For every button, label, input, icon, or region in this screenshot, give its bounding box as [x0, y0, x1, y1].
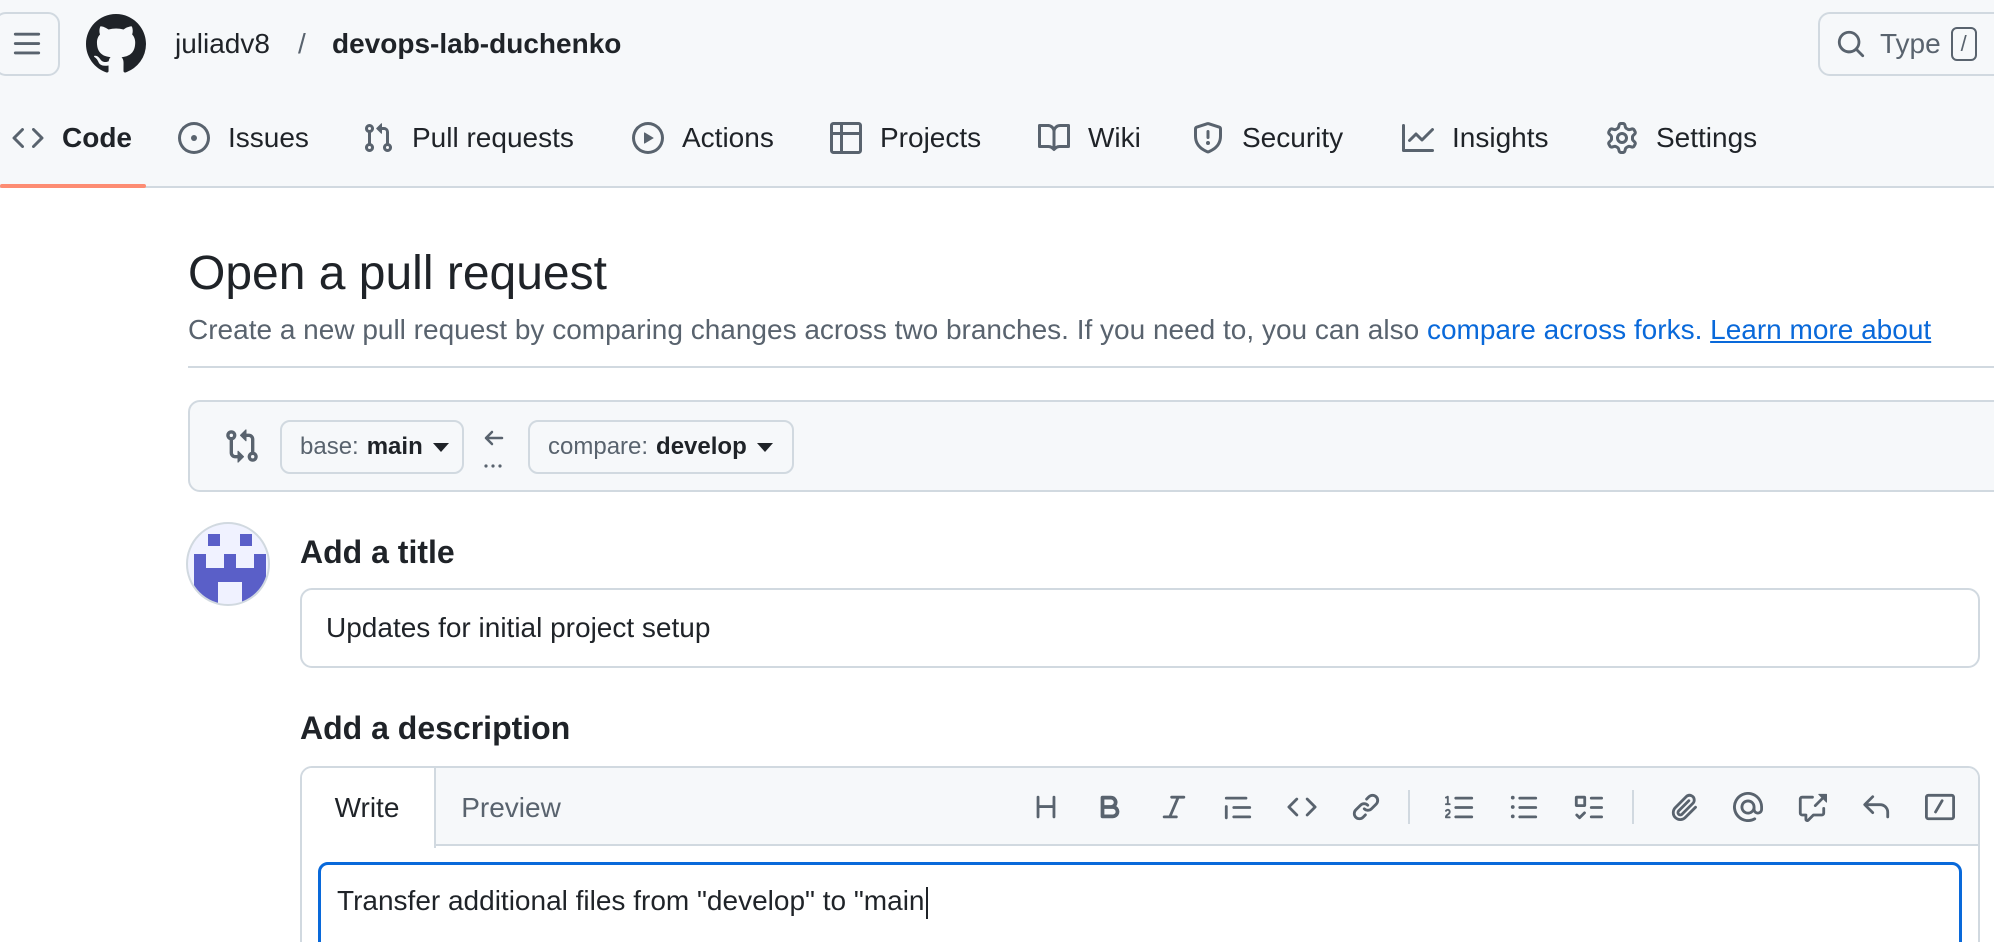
- task-list-button[interactable]: [1568, 787, 1608, 827]
- tab-label: Issues: [228, 122, 309, 153]
- code-icon: [12, 127, 44, 149]
- quote-button[interactable]: [1218, 787, 1258, 827]
- title-label: Add a title: [300, 534, 455, 570]
- heading-button[interactable]: [1026, 787, 1066, 827]
- gear-icon: [1607, 122, 1637, 154]
- tab-issues[interactable]: Issues: [178, 114, 309, 162]
- tab-write[interactable]: Write: [302, 768, 436, 848]
- italic-button[interactable]: [1154, 787, 1194, 827]
- tab-settings[interactable]: Settings: [1606, 114, 1757, 162]
- triangle-down-icon: [432, 442, 449, 452]
- tab-label: Security: [1242, 122, 1344, 153]
- global-header: juliadv8 / devops-lab-duchenko Type /: [0, 0, 1994, 88]
- tab-code[interactable]: Code: [12, 114, 132, 162]
- bold-icon: [1100, 795, 1120, 819]
- learn-more-link[interactable]: Learn more about: [1710, 314, 1931, 345]
- description-editor: Write Preview Transfer additional files …: [300, 766, 1980, 942]
- slash-command-icon: [1925, 793, 1955, 821]
- tab-label: Pull requests: [412, 122, 574, 153]
- cross-reference-button[interactable]: [1792, 787, 1832, 827]
- tab-label: Wiki: [1088, 122, 1141, 153]
- tab-actions[interactable]: Actions: [632, 114, 774, 162]
- github-logo-icon[interactable]: [86, 14, 146, 74]
- tab-label: Actions: [682, 122, 774, 153]
- tab-security[interactable]: Security: [1192, 114, 1343, 162]
- subtitle-text: Create a new pull request by comparing c…: [188, 314, 1427, 345]
- ordered-list-button[interactable]: [1440, 787, 1480, 827]
- compare-across-forks-link[interactable]: compare across forks.: [1427, 314, 1702, 345]
- branch-compare-bar: base: main compare: develop: [188, 400, 1994, 492]
- task-list-icon: [1574, 795, 1603, 820]
- tab-label: Code: [62, 122, 132, 153]
- title-input[interactable]: [300, 588, 1980, 668]
- repo-navigation: Code Issues Pull requests Actions Projec…: [0, 88, 1994, 188]
- text-cursor: [925, 886, 928, 919]
- identicon-icon: [194, 534, 266, 604]
- compare-branch-select[interactable]: compare: develop: [528, 420, 794, 474]
- link-button[interactable]: [1346, 787, 1386, 827]
- breadcrumb-separator: /: [298, 28, 306, 59]
- description-textarea[interactable]: Transfer additional files from "develop"…: [318, 862, 1962, 942]
- tab-label: Insights: [1452, 122, 1549, 153]
- compare-prefix: compare:: [548, 433, 649, 460]
- divider: [188, 366, 1994, 368]
- git-compare-icon: [226, 429, 258, 463]
- table-icon: [830, 122, 862, 154]
- cross-reference-icon: [1798, 793, 1827, 822]
- hamburger-icon: [13, 32, 41, 55]
- toolbar-divider: [1408, 790, 1410, 824]
- breadcrumb-owner[interactable]: juliadv8: [175, 26, 270, 62]
- page-title: Open a pull request: [188, 247, 607, 300]
- git-pull-request-icon: [364, 123, 393, 153]
- base-branch-select[interactable]: base: main: [280, 420, 464, 474]
- triangle-down-icon: [756, 442, 773, 452]
- base-branch-name: main: [366, 433, 423, 460]
- paperclip-icon: [1671, 793, 1697, 822]
- mention-button[interactable]: [1728, 787, 1768, 827]
- search-icon: [1837, 30, 1865, 58]
- description-label: Add a description: [300, 710, 571, 746]
- breadcrumb-repo[interactable]: devops-lab-duchenko: [332, 26, 621, 62]
- heading-icon: [1036, 795, 1056, 819]
- tab-preview[interactable]: Preview: [436, 768, 586, 848]
- issue-opened-icon: [178, 122, 210, 154]
- tab-projects[interactable]: Projects: [830, 114, 981, 162]
- link-icon: [1352, 793, 1380, 821]
- italic-icon: [1162, 795, 1186, 819]
- shield-icon: [1194, 122, 1222, 154]
- bold-button[interactable]: [1090, 787, 1130, 827]
- tab-wiki[interactable]: Wiki: [1038, 114, 1141, 162]
- description-text: Transfer additional files from "develop"…: [337, 885, 925, 916]
- tab-pull-requests[interactable]: Pull requests: [362, 114, 574, 162]
- menu-button[interactable]: [0, 12, 60, 76]
- page-subtitle: Create a new pull request by comparing c…: [188, 312, 1931, 348]
- quote-icon: [1224, 796, 1252, 820]
- toolbar-divider: [1632, 790, 1634, 824]
- mention-icon: [1733, 792, 1763, 822]
- attach-button[interactable]: [1664, 787, 1704, 827]
- play-icon: [632, 122, 664, 154]
- search-shortcut-key: /: [1950, 27, 1977, 61]
- graph-icon: [1402, 124, 1434, 152]
- tab-label: Projects: [880, 122, 982, 153]
- search-input[interactable]: Type /: [1818, 12, 1994, 76]
- reply-button[interactable]: [1856, 787, 1896, 827]
- active-tab-indicator: [0, 184, 146, 188]
- book-icon: [1038, 123, 1070, 151]
- reply-icon: [1863, 795, 1890, 819]
- search-placeholder: Type: [1880, 28, 1941, 59]
- unordered-list-icon: [1510, 795, 1538, 819]
- tab-label: Settings: [1656, 122, 1758, 153]
- code-button[interactable]: [1282, 787, 1322, 827]
- arrow-left-icon: [484, 430, 504, 468]
- compare-branch-name: develop: [656, 433, 747, 460]
- unordered-list-button[interactable]: [1504, 787, 1544, 827]
- base-prefix: base:: [300, 433, 359, 460]
- ordered-list-icon: [1445, 795, 1474, 819]
- code-icon: [1287, 797, 1317, 817]
- tab-insights[interactable]: Insights: [1402, 114, 1549, 162]
- slash-command-button[interactable]: [1920, 787, 1960, 827]
- avatar[interactable]: [186, 522, 270, 606]
- editor-toolbar: Write Preview: [302, 768, 1978, 848]
